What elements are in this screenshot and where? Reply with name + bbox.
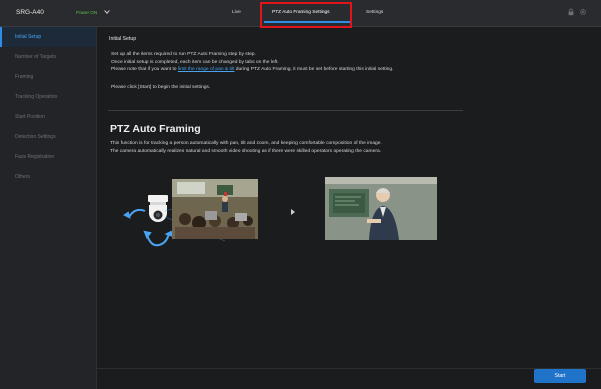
footer-divider	[97, 368, 601, 369]
device-name: SRG-A40	[16, 9, 44, 16]
top-bar: SRG-A40 Power ON Live PTZ Auto Framing S…	[0, 0, 601, 28]
ptz-camera-icon	[148, 195, 168, 222]
description-line: The camera automatically realizes natura…	[110, 148, 382, 154]
teacher-close-up-shot	[325, 177, 437, 240]
start-instruction: Please click [Start] to begin the initia…	[111, 85, 211, 90]
main-content: Initial Setup Set up all the items requi…	[97, 27, 601, 389]
tab-settings[interactable]: Settings	[366, 10, 383, 15]
sidebar-item-detection-settings[interactable]: Detection Settings	[0, 127, 96, 147]
sidebar-item-number-of-targets[interactable]: Number of Targets	[0, 47, 96, 67]
section-title: Initial Setup	[109, 36, 137, 42]
intro-text: Set up all the items required to run PTZ…	[111, 51, 581, 74]
sidebar-item-face-registration[interactable]: Face Registration	[0, 147, 96, 167]
sidebar-item-tracking-operation[interactable]: Tracking Operation	[0, 87, 96, 107]
sidebar-item-others[interactable]: Others	[0, 167, 96, 187]
sidebar-item-framing[interactable]: Framing	[0, 67, 96, 87]
intro-line: Please note that if you want to limit th…	[111, 66, 581, 74]
start-button[interactable]: Start	[534, 369, 586, 383]
sidebar: Initial Setup Number of Targets Framing …	[0, 27, 97, 389]
feature-description: This function is for tracking a person a…	[110, 140, 580, 155]
feature-heading: PTZ Auto Framing	[110, 123, 201, 135]
power-status: Power ON	[76, 10, 98, 15]
intro-line: Once initial setup is completed, each it…	[111, 59, 279, 65]
intro-text-part: during PTZ Auto Framing, it must be set …	[234, 67, 394, 73]
lock-icon[interactable]	[567, 8, 575, 16]
arrow-right-icon	[291, 209, 295, 215]
auto-framing-illustration	[123, 177, 437, 247]
intro-line: Set up all the items required to run PTZ…	[111, 52, 256, 57]
pan-tilt-limit-link[interactable]: limit the range of pan & tilt	[178, 67, 235, 72]
description-line: This function is for tracking a person a…	[110, 141, 382, 146]
classroom-wide-shot	[172, 179, 258, 239]
divider	[108, 110, 463, 111]
tab-live[interactable]: Live	[232, 10, 241, 15]
chevron-down-icon[interactable]	[103, 8, 111, 16]
highlight-box	[260, 2, 352, 28]
gear-icon[interactable]	[579, 8, 587, 16]
sidebar-item-initial-setup[interactable]: Initial Setup	[0, 27, 96, 47]
intro-text-part: Please note that if you want to	[111, 67, 178, 73]
sidebar-item-start-position[interactable]: Start Position	[0, 107, 96, 127]
